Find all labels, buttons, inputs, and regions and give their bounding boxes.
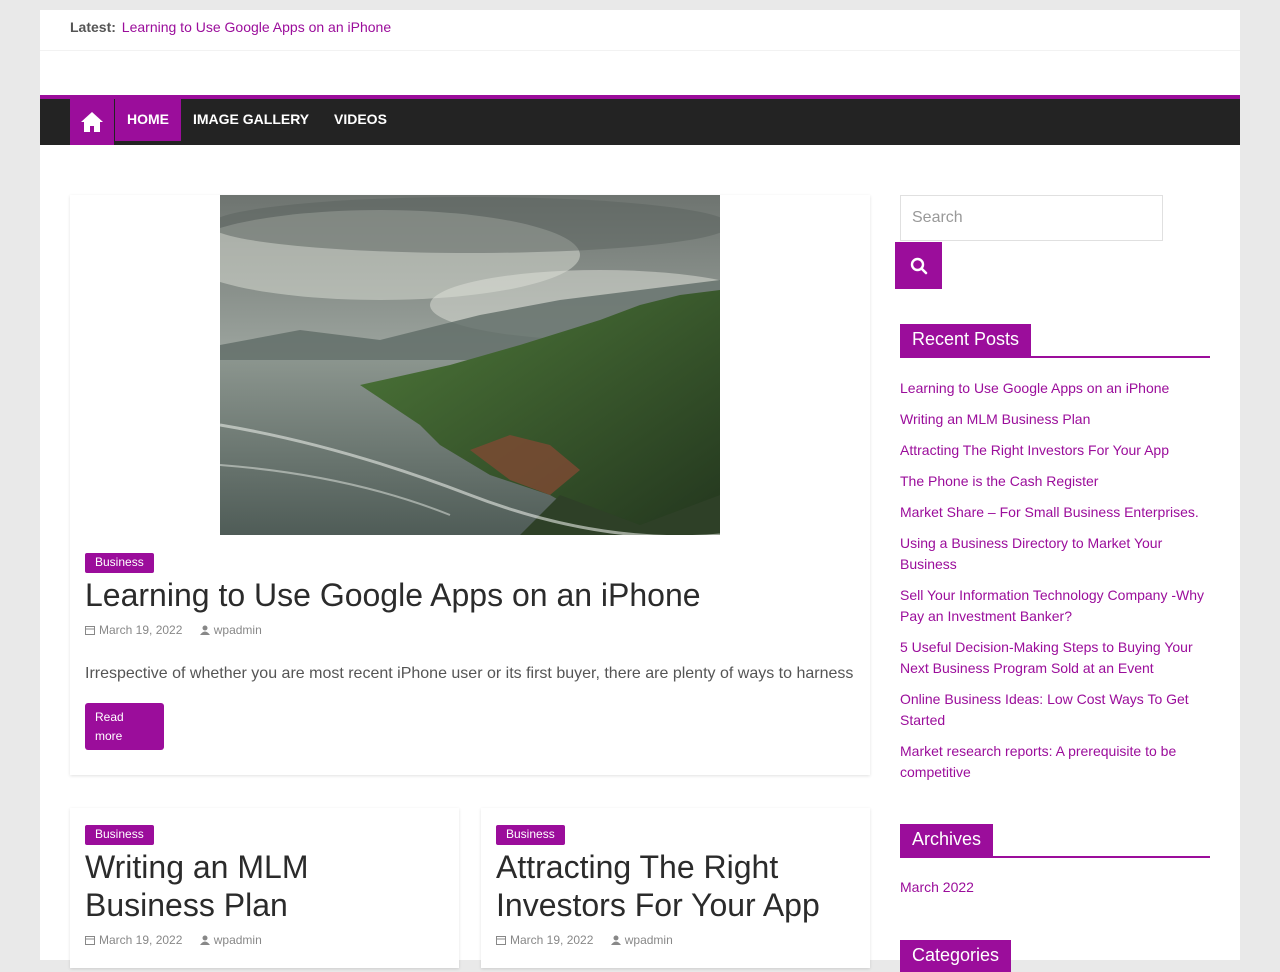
calendar-icon xyxy=(496,934,506,948)
post-author[interactable]: wpadmin xyxy=(214,623,262,637)
post-date[interactable]: March 19, 2022 xyxy=(510,933,593,947)
post-date[interactable]: March 19, 2022 xyxy=(99,623,182,637)
search-input[interactable] xyxy=(900,195,1163,241)
recent-posts-title: Recent Posts xyxy=(900,324,1032,356)
latest-label: Latest: xyxy=(70,19,116,35)
post-title-line: Attracting The Right xyxy=(496,849,779,885)
home-icon xyxy=(81,112,103,132)
post-title-line: Business Plan xyxy=(85,887,288,923)
latest-news: Latest: Learning to Use Google Apps on a… xyxy=(70,19,391,35)
recent-post-link[interactable]: Attracting The Right Investors For Your … xyxy=(900,440,1215,461)
read-more-label-2: more xyxy=(95,729,123,743)
nav-videos[interactable]: VIDEOS xyxy=(322,99,399,141)
nav-image-gallery[interactable]: IMAGE GALLERY xyxy=(181,99,321,141)
category-badge[interactable]: Business xyxy=(85,553,154,573)
post-date[interactable]: March 19, 2022 xyxy=(99,933,182,947)
latest-link[interactable]: Learning to Use Google Apps on an iPhone xyxy=(122,19,391,35)
post-author[interactable]: wpadmin xyxy=(625,933,673,947)
calendar-icon xyxy=(85,934,95,948)
category-badge[interactable]: Business xyxy=(496,825,565,845)
read-more-button[interactable]: Read more xyxy=(85,703,164,750)
recent-post-link[interactable]: Learning to Use Google Apps on an iPhone xyxy=(900,378,1215,399)
categories-title: Categories xyxy=(900,940,1012,972)
landscape-image xyxy=(220,195,720,535)
main-navigation: HOME IMAGE GALLERY VIDEOS xyxy=(40,95,1240,145)
post-card: Business Attracting The Right Investors … xyxy=(481,808,870,968)
recent-post-link[interactable]: Online Business Ideas: Low Cost Ways To … xyxy=(900,689,1215,731)
recent-post-link[interactable]: Writing an MLM Business Plan xyxy=(900,409,1215,430)
nav-home[interactable]: HOME xyxy=(115,99,181,141)
post-author[interactable]: wpadmin xyxy=(214,933,262,947)
post-title[interactable]: Attracting The Right Investors For Your … xyxy=(496,848,820,924)
recent-post-link[interactable]: 5 Useful Decision-Making Steps to Buying… xyxy=(900,637,1215,679)
post-meta: March 19, 2022 wpadmin xyxy=(85,933,262,948)
recent-post-link[interactable]: Using a Business Directory to Market You… xyxy=(900,533,1215,575)
top-bar: Latest: Learning to Use Google Apps on a… xyxy=(40,10,1240,51)
featured-article: Business Learning to Use Google Apps on … xyxy=(70,195,870,775)
recent-post-link[interactable]: The Phone is the Cash Register xyxy=(900,471,1215,492)
user-icon xyxy=(199,934,210,948)
categories-heading: Categories xyxy=(900,940,1210,972)
calendar-icon xyxy=(85,624,95,638)
post-meta: March 19, 2022 wpadmin xyxy=(496,933,673,948)
archives-heading: Archives xyxy=(900,824,1210,858)
recent-posts-heading: Recent Posts xyxy=(900,324,1210,358)
recent-post-link[interactable]: Sell Your Information Technology Company… xyxy=(900,585,1215,627)
home-icon-button[interactable] xyxy=(70,99,114,145)
category-badge[interactable]: Business xyxy=(85,825,154,845)
search-icon xyxy=(910,257,927,274)
post-excerpt: Irrespective of whether you are most rec… xyxy=(85,665,854,682)
archives-title: Archives xyxy=(900,824,994,856)
archive-link[interactable]: March 2022 xyxy=(900,879,974,895)
page: Latest: Learning to Use Google Apps on a… xyxy=(40,10,1240,972)
user-icon xyxy=(610,934,621,948)
post-title-line: Writing an MLM xyxy=(85,849,309,885)
post-meta: March 19, 2022 wpadmin xyxy=(85,623,262,638)
recent-posts-list: Learning to Use Google Apps on an iPhone… xyxy=(900,378,1215,793)
post-title-line: Investors For Your App xyxy=(496,887,820,923)
read-more-label-1: Read xyxy=(95,710,124,724)
featured-image[interactable] xyxy=(220,195,720,535)
recent-post-link[interactable]: Market research reports: A prerequisite … xyxy=(900,741,1215,783)
post-title[interactable]: Writing an MLM Business Plan xyxy=(85,848,308,924)
recent-post-link[interactable]: Market Share – For Small Business Enterp… xyxy=(900,502,1215,523)
user-icon xyxy=(199,624,210,638)
featured-title[interactable]: Learning to Use Google Apps on an iPhone xyxy=(85,575,701,615)
post-card: Business Writing an MLM Business Plan Ma… xyxy=(70,808,459,968)
search-button[interactable] xyxy=(895,242,942,289)
